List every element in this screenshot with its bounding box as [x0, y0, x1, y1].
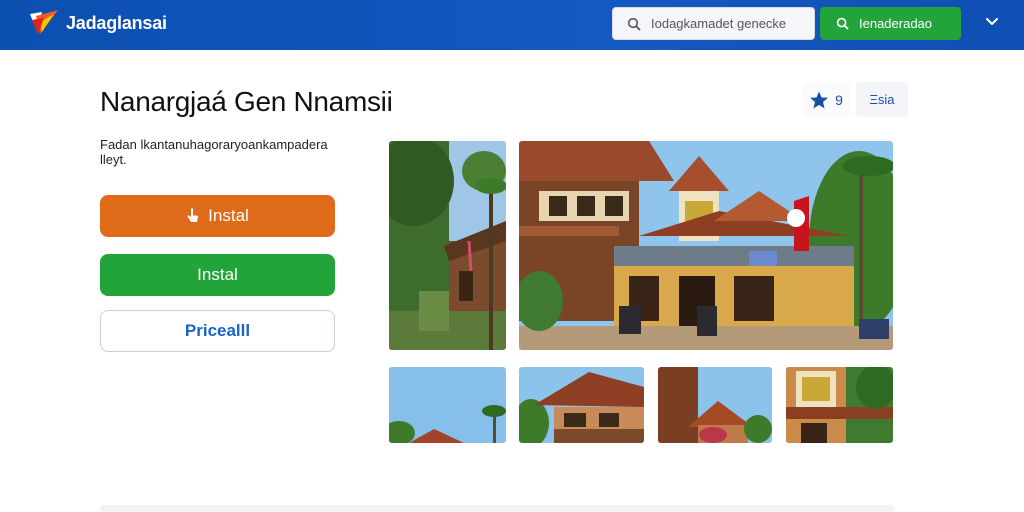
search-input[interactable] [651, 16, 801, 31]
screenshot-village-lane[interactable] [389, 141, 506, 350]
screenshot-thumb-gable[interactable] [658, 367, 772, 443]
top-navigation-bar: Jadaglansai Ienaderadao [0, 0, 1024, 50]
info-chip-label: Ξsia [869, 92, 895, 107]
rating-badge[interactable]: 9 [802, 83, 850, 117]
screenshot-traditional-house-main[interactable] [519, 141, 893, 350]
brand-name: Jadaglansai [66, 12, 167, 33]
screenshot-thumb-signboard[interactable] [786, 367, 893, 443]
install-secondary-button[interactable]: Instal [100, 254, 335, 296]
search-submit-button[interactable]: Ienaderadao [820, 7, 961, 40]
star-icon [810, 91, 829, 109]
search-icon [836, 17, 849, 30]
brand-logo-icon [30, 10, 58, 34]
screenshot-thumb-house-front[interactable] [519, 367, 644, 443]
search-icon [627, 17, 641, 31]
search-submit-label: Ienaderadao [859, 16, 933, 31]
app-title: Nanargjaá Gen Nnamsii [100, 86, 393, 117]
search-box[interactable] [612, 7, 815, 40]
price-button[interactable]: Pricealll [100, 310, 335, 352]
hand-pointer-icon [187, 208, 199, 222]
app-description: Fadan lkantanuhagoraryoankampadera lleyt… [100, 137, 328, 167]
footer-divider [100, 505, 894, 512]
info-chip[interactable]: Ξsia [856, 82, 908, 117]
install-secondary-label: Instal [197, 265, 238, 284]
price-label: Pricealll [184, 321, 251, 340]
install-primary-label: Instal [208, 206, 249, 225]
rating-value: 9 [835, 92, 843, 108]
screenshot-thumb-sky-roof[interactable] [389, 367, 506, 443]
install-primary-button[interactable]: Instal [100, 195, 335, 237]
brand[interactable]: Jadaglansai [28, 8, 167, 38]
chevron-down-icon[interactable] [982, 14, 1002, 30]
